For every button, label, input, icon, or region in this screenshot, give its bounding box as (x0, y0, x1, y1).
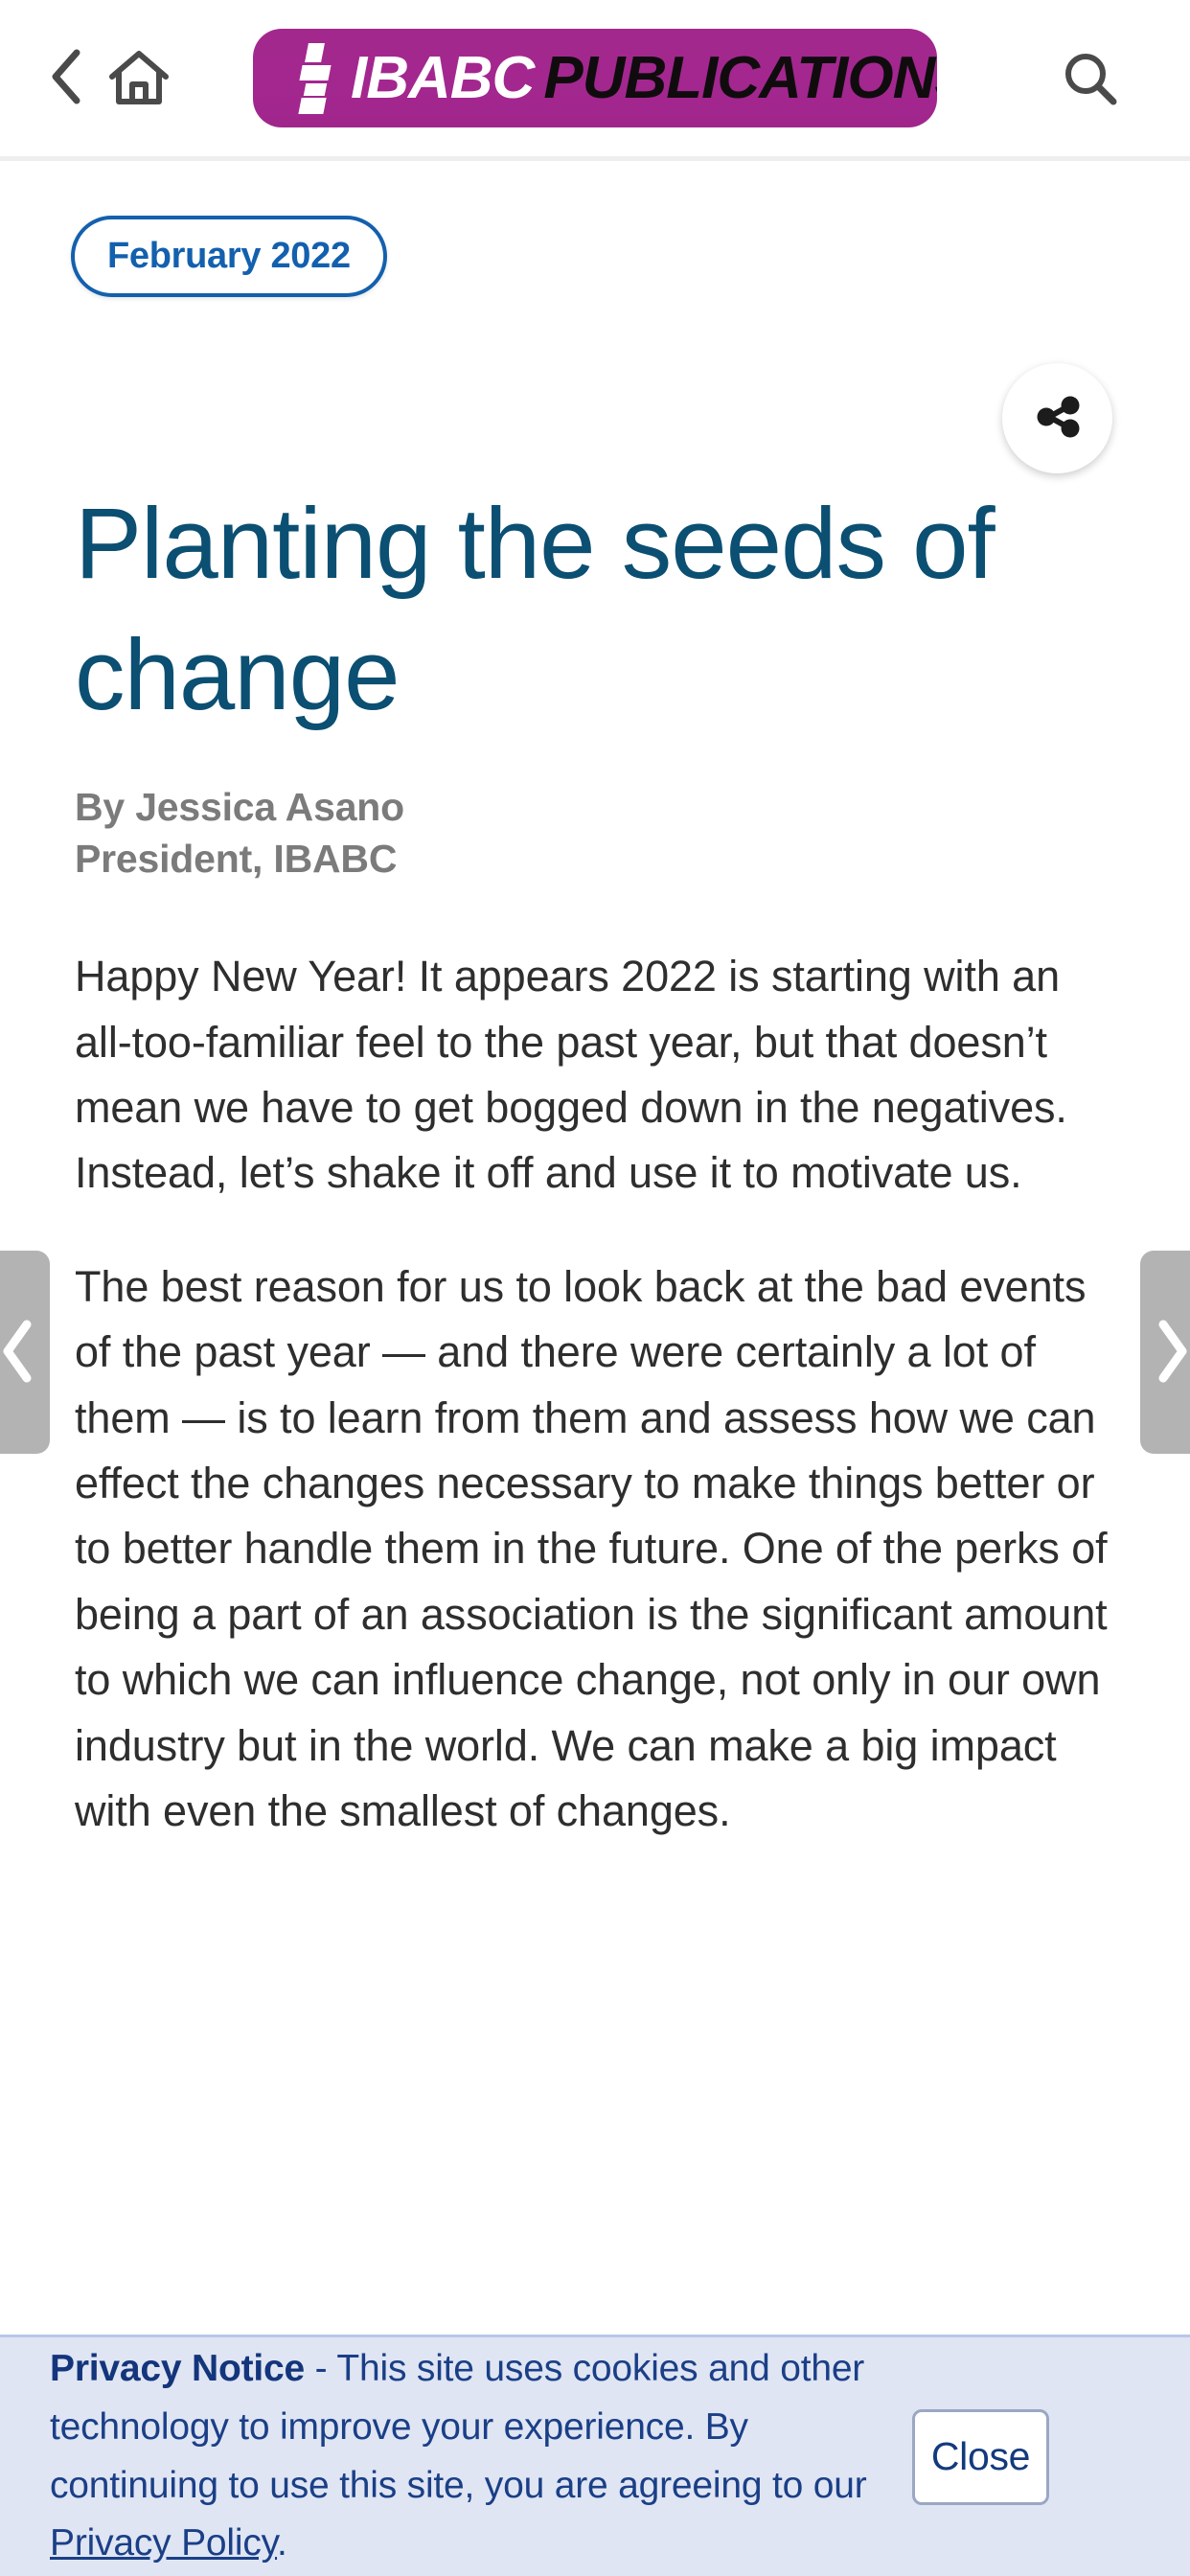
article-body: Happy New Year! It appears 2022 is start… (75, 944, 1115, 1844)
privacy-notice-banner: Privacy Notice - This site uses cookies … (0, 2334, 1190, 2576)
search-button[interactable] (1054, 43, 1127, 116)
article-container: Planting the seeds of change By Jessica … (75, 479, 1115, 1892)
article-paragraph: The best reason for us to look back at t… (75, 1261, 1108, 1835)
next-article-button[interactable] (1140, 1251, 1190, 1454)
home-icon (108, 49, 170, 111)
app-header: IBABC PUBLICATIONS (0, 0, 1190, 156)
article-paragraph: Happy New Year! It appears 2022 is start… (75, 952, 1067, 1198)
privacy-notice-trailing: . (277, 2522, 287, 2564)
home-button[interactable] (105, 46, 172, 113)
logo-wordmark: IBABC PUBLICATIONS (351, 48, 937, 108)
logo-word-ibabc: IBABC (351, 44, 535, 111)
share-icon (1030, 389, 1086, 448)
search-icon (1061, 49, 1120, 111)
article-title: Planting the seeds of change (75, 488, 995, 731)
ibabc-mark-icon (297, 42, 333, 114)
privacy-notice-separator: - (305, 2347, 337, 2389)
chevron-left-icon (44, 47, 88, 109)
privacy-notice-heading: Privacy Notice (50, 2347, 306, 2389)
publication-logo[interactable]: IBABC PUBLICATIONS (253, 29, 937, 127)
privacy-policy-link[interactable]: Privacy Policy (50, 2522, 277, 2564)
article-byline: By Jessica Asano President, IBABC (75, 781, 1115, 885)
close-privacy-button[interactable]: Close (912, 2408, 1049, 2505)
issue-date-label: February 2022 (107, 236, 351, 276)
logo-word-publications: PUBLICATIONS (543, 44, 937, 111)
page-root: IBABC PUBLICATIONS February 2022 Plantin… (0, 0, 1190, 2576)
privacy-notice-text: Privacy Notice - This site uses cookies … (50, 2340, 912, 2573)
share-button[interactable] (1002, 363, 1112, 473)
issue-date-badge[interactable]: February 2022 (71, 216, 387, 297)
chevron-left-icon (0, 1317, 38, 1389)
back-button[interactable] (34, 46, 98, 109)
chevron-right-icon (1152, 1317, 1190, 1389)
header-divider (0, 156, 1190, 161)
previous-article-button[interactable] (0, 1251, 50, 1454)
article-author-role: President, IBABC (75, 837, 398, 882)
article-author: By Jessica Asano (75, 785, 404, 829)
